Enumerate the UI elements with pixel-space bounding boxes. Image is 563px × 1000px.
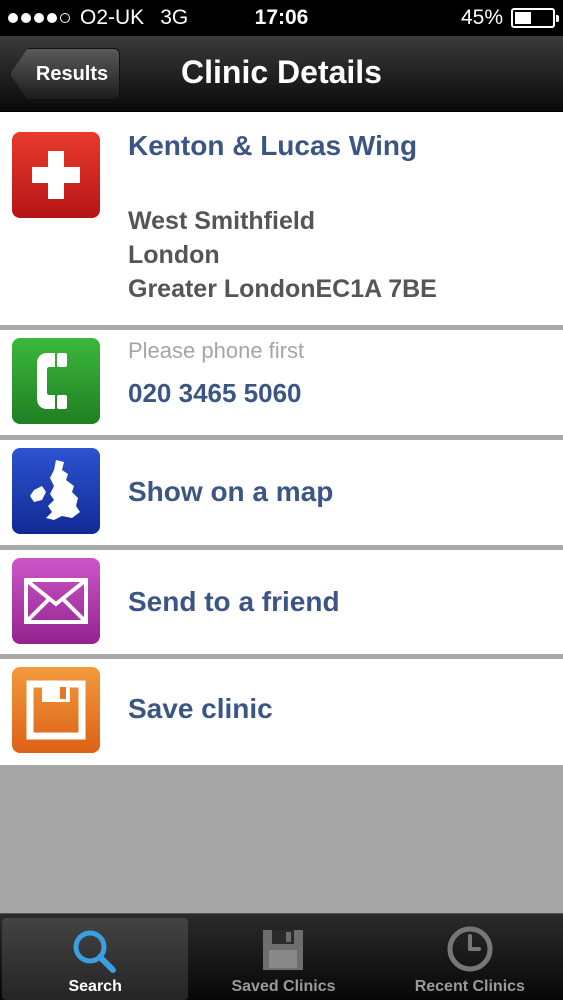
battery-percent: 45% [460,6,503,29]
search-icon [73,930,117,973]
address-line-3: Greater LondonEC1A 7BE [128,275,437,303]
phone-row[interactable]: Please phone first 020 3465 5060 [0,330,563,440]
tab-search-label: Search [68,978,122,995]
floppy-disk-icon [12,667,100,753]
tab-recent-label: Recent Clinics [414,978,525,995]
phone-icon [12,338,100,424]
status-bar: O2-UK 3G 17:06 45% [0,0,563,36]
battery-icon [511,8,559,28]
send-friend-row[interactable]: Send to a friend [0,550,563,659]
save-clinic-row[interactable]: Save clinic [0,659,563,765]
clinic-info-row: Kenton & Lucas Wing West Smithfield Lond… [0,112,563,330]
show-map-label: Show on a map [128,476,334,507]
address-line-2: London [128,241,220,269]
save-clinic-label: Save clinic [128,693,273,724]
phone-number[interactable]: 020 3465 5060 [128,378,302,409]
clinic-details-list: Kenton & Lucas Wing West Smithfield Lond… [0,112,563,765]
navigation-bar: Results Clinic Details [0,36,563,112]
red-cross-icon [12,132,100,218]
envelope-icon [12,558,100,644]
clock-icon [447,926,493,972]
clinic-address: West Smithfield London Greater LondonEC1… [128,204,437,306]
uk-map-icon [12,448,100,534]
tab-search[interactable]: Search [2,918,189,1000]
battery-fill [515,12,532,24]
address-line-1: West Smithfield [128,207,316,235]
clinic-name: Kenton & Lucas Wing [128,130,418,161]
show-map-row[interactable]: Show on a map [0,440,563,550]
send-friend-label: Send to a friend [128,586,340,617]
status-right: 45% [460,6,559,30]
tab-saved-label: Saved Clinics [231,978,336,995]
tab-saved-clinics[interactable]: Saved Clinics [190,914,376,1000]
page-title: Clinic Details [181,54,382,90]
tab-recent-clinics[interactable]: Recent Clinics [377,914,563,1000]
phone-hint: Please phone first [128,338,305,363]
floppy-disk-icon [263,930,304,970]
tab-bar: Search Saved Clinics Recent Clinics [0,913,563,1000]
